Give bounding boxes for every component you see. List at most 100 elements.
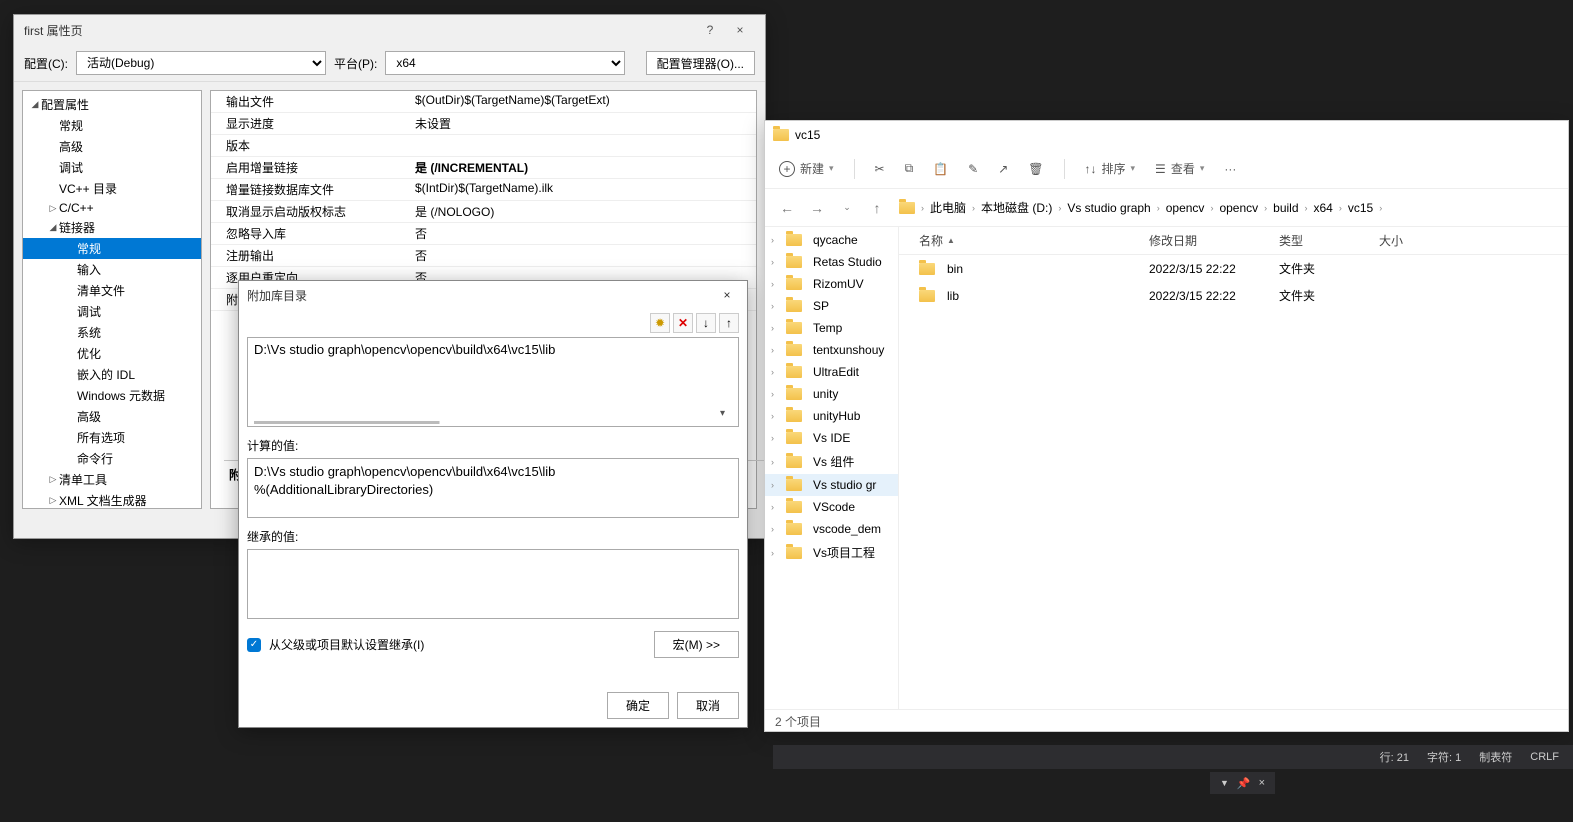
config-manager-button[interactable]: 配置管理器(O)... (646, 51, 755, 75)
cut-button[interactable]: ✂ (875, 162, 885, 176)
explorer-tree-item[interactable]: ›unityHub (765, 405, 898, 427)
tree-item[interactable]: 常规 (23, 115, 201, 136)
libdir-titlebar[interactable]: 附加库目录 × (239, 281, 747, 309)
view-button[interactable]: ☰查看▾ (1155, 160, 1204, 177)
col-type[interactable]: 类型 (1279, 232, 1379, 249)
property-row[interactable]: 版本 (211, 135, 756, 157)
property-row[interactable]: 取消显示启动版权标志是 (/NOLOGO) (211, 201, 756, 223)
breadcrumb-item[interactable]: vc15 (1348, 201, 1373, 215)
tree-item[interactable]: 优化 (23, 343, 201, 364)
property-row[interactable]: 输出文件$(OutDir)$(TargetName)$(TargetExt) (211, 91, 756, 113)
cancel-button[interactable]: 取消 (677, 692, 739, 719)
property-row[interactable]: 启用增量链接是 (/INCREMENTAL) (211, 157, 756, 179)
delete-button[interactable]: 🗑 (1028, 162, 1043, 176)
explorer-tree-item[interactable]: ›Vs IDE (765, 427, 898, 449)
property-row[interactable]: 显示进度未设置 (211, 113, 756, 135)
explorer-tree-item[interactable]: ›vscode_dem (765, 518, 898, 540)
libdir-edit-box[interactable]: D:\Vs studio graph\opencv\opencv\build\x… (247, 337, 739, 427)
forward-button[interactable]: → (809, 200, 825, 216)
tree-item[interactable]: 高级 (23, 406, 201, 427)
list-item[interactable]: lib2022/3/15 22:22文件夹 (899, 282, 1568, 309)
breadcrumb[interactable]: › 此电脑›本地磁盘 (D:)›Vs studio graph›opencv›o… (899, 199, 1382, 216)
breadcrumb-item[interactable]: build (1273, 201, 1298, 215)
move-up-button[interactable]: ↑ (719, 313, 739, 333)
tree-item[interactable]: 高级 (23, 136, 201, 157)
tree-item[interactable]: 系统 (23, 322, 201, 343)
tree-item[interactable]: 调试 (23, 301, 201, 322)
libdir-close-button[interactable]: × (715, 288, 739, 302)
macros-button[interactable]: 宏(M) >> (654, 631, 739, 658)
sort-button[interactable]: ↑↓排序▾ (1085, 160, 1136, 177)
more-button[interactable]: ··· (1224, 162, 1236, 176)
paste-button[interactable]: 📋 (933, 162, 948, 176)
explorer-tree-item[interactable]: ›SP (765, 295, 898, 317)
explorer-tree-item[interactable]: ›unity (765, 383, 898, 405)
libdir-scrollbar[interactable] (254, 421, 718, 424)
breadcrumb-item[interactable]: 本地磁盘 (D:) (981, 199, 1052, 216)
property-value[interactable]: $(IntDir)$(TargetName).ilk (411, 181, 756, 198)
platform-select[interactable]: x64 (385, 51, 625, 75)
tree-item[interactable]: 常规 (23, 238, 201, 259)
close-button[interactable]: × (725, 18, 755, 43)
property-value[interactable]: 否 (411, 247, 756, 264)
breadcrumb-item[interactable]: opencv (1219, 201, 1258, 215)
tree-item[interactable]: ◢链接器 (23, 217, 201, 238)
tree-item[interactable]: ◢配置属性 (23, 94, 201, 115)
move-down-button[interactable]: ↓ (696, 313, 716, 333)
property-row[interactable]: 增量链接数据库文件$(IntDir)$(TargetName).ilk (211, 179, 756, 201)
delete-line-button[interactable]: ✕ (673, 313, 693, 333)
ok-button[interactable]: 确定 (607, 692, 669, 719)
tree-item[interactable]: 输入 (23, 259, 201, 280)
breadcrumb-item[interactable]: 此电脑 (930, 199, 966, 216)
explorer-tree-item[interactable]: ›Vs 组件 (765, 449, 898, 474)
back-button[interactable]: ← (779, 200, 795, 216)
vs-panel-tab[interactable]: ▼ 📌 × (1210, 772, 1275, 794)
properties-titlebar[interactable]: first 属性页 ? × (14, 15, 765, 45)
explorer-tree-item[interactable]: ›Vs项目工程 (765, 540, 898, 565)
copy-button[interactable]: ⧉ (905, 161, 914, 176)
property-value[interactable] (411, 137, 756, 154)
explorer-tree-item[interactable]: ›RizomUV (765, 273, 898, 295)
tree-item[interactable]: ▷清单工具 (23, 469, 201, 490)
property-value[interactable]: 否 (411, 225, 756, 242)
inherit-checkbox[interactable]: ✓ (247, 638, 261, 652)
list-item[interactable]: bin2022/3/15 22:22文件夹 (899, 255, 1568, 282)
close-icon[interactable]: × (1259, 777, 1265, 789)
new-button[interactable]: + 新建 ▾ (779, 160, 834, 177)
col-date[interactable]: 修改日期 (1149, 232, 1279, 249)
property-value[interactable]: 是 (/NOLOGO) (411, 203, 756, 220)
tree-item[interactable]: 嵌入的 IDL (23, 364, 201, 385)
breadcrumb-item[interactable]: x64 (1314, 201, 1333, 215)
property-row[interactable]: 忽略导入库否 (211, 223, 756, 245)
property-value[interactable]: 是 (/INCREMENTAL) (411, 159, 756, 176)
explorer-tree-item[interactable]: ›qycache (765, 229, 898, 251)
breadcrumb-item[interactable]: Vs studio graph (1067, 201, 1150, 215)
explorer-titlebar[interactable]: vc15 (765, 121, 1568, 149)
pin-icon[interactable]: 📌 (1237, 777, 1251, 790)
property-value[interactable]: $(OutDir)$(TargetName)$(TargetExt) (411, 93, 756, 110)
col-name[interactable]: 名称▲ (899, 232, 1149, 249)
explorer-tree-item[interactable]: ›Retas Studio (765, 251, 898, 273)
property-value[interactable]: 未设置 (411, 115, 756, 132)
tree-item[interactable]: 命令行 (23, 448, 201, 469)
recent-button[interactable]: ⌄ (839, 202, 855, 213)
explorer-tree-item[interactable]: ›Vs studio gr (765, 474, 898, 496)
explorer-tree-item[interactable]: ›VScode (765, 496, 898, 518)
help-button[interactable]: ? (695, 18, 725, 43)
properties-tree[interactable]: ◢配置属性常规高级调试VC++ 目录▷C/C++◢链接器常规输入清单文件调试系统… (22, 90, 202, 509)
new-line-button[interactable]: ✹ (650, 313, 670, 333)
tree-item[interactable]: 调试 (23, 157, 201, 178)
property-row[interactable]: 注册输出否 (211, 245, 756, 267)
tree-item[interactable]: 所有选项 (23, 427, 201, 448)
column-headers[interactable]: 名称▲ 修改日期 类型 大小 (899, 227, 1568, 255)
tree-item[interactable]: Windows 元数据 (23, 385, 201, 406)
up-button[interactable]: ↑ (869, 200, 885, 216)
config-select[interactable]: 活动(Debug) (76, 51, 326, 75)
tree-item[interactable]: ▷XML 文档生成器 (23, 490, 201, 509)
dropdown-caret-icon[interactable]: ▾ (720, 408, 734, 422)
explorer-tree-item[interactable]: ›UltraEdit (765, 361, 898, 383)
explorer-tree-item[interactable]: ›tentxunshouy (765, 339, 898, 361)
tree-item[interactable]: ▷C/C++ (23, 199, 201, 217)
tree-item[interactable]: 清单文件 (23, 280, 201, 301)
explorer-tree[interactable]: ›qycache›Retas Studio›RizomUV›SP›Temp›te… (765, 227, 899, 709)
